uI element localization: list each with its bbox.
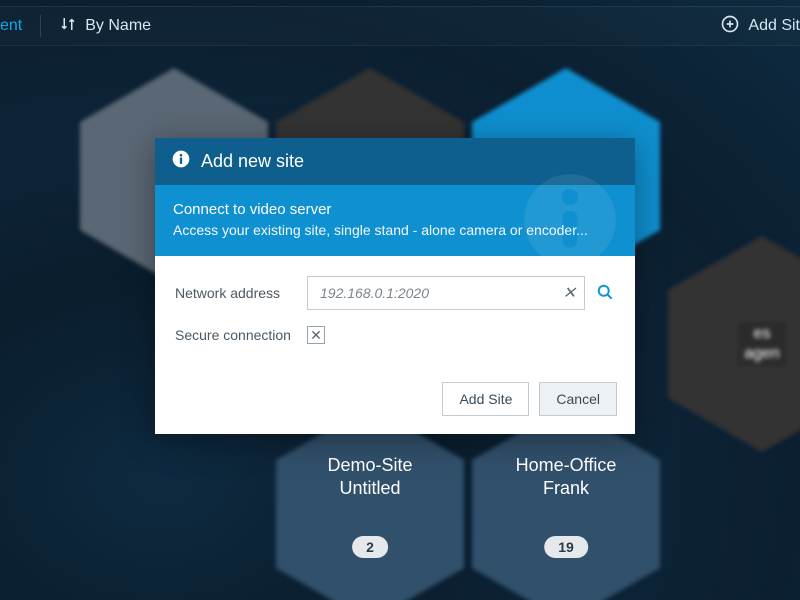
modal-subheader: Connect to video server Access your exis… (155, 185, 635, 256)
current-indicator[interactable]: ent (0, 17, 22, 35)
network-address-row: Network address 192.168.0.1:2020 ✕ (175, 276, 615, 310)
add-site-toolbar-button[interactable]: Add Sit (720, 14, 800, 39)
secure-connection-row: Secure connection ✕ (175, 326, 615, 344)
top-toolbar: ent By Name Add Sit (0, 6, 800, 46)
add-site-button[interactable]: Add Site (442, 382, 529, 416)
separator (40, 15, 41, 37)
secure-connection-label: Secure connection (175, 327, 307, 343)
site-count-badge: 19 (544, 536, 588, 558)
plus-circle-icon (720, 14, 740, 39)
toolbar-left: ent By Name (0, 15, 151, 38)
clear-input-icon[interactable]: ✕ (563, 283, 576, 303)
modal-sub-description: Access your existing site, single stand … (173, 222, 617, 238)
network-address-input[interactable]: 192.168.0.1:2020 ✕ (307, 276, 585, 310)
cancel-button[interactable]: Cancel (539, 382, 617, 416)
site-tile-label: esagen (738, 322, 786, 366)
site-tile[interactable]: esagen (668, 290, 800, 398)
modal-title: Add new site (201, 151, 304, 172)
network-address-value: 192.168.0.1:2020 (320, 285, 563, 301)
modal-actions: Add Site Cancel (155, 368, 635, 434)
sort-label: By Name (85, 17, 151, 35)
site-label: Home-OfficeFrank (472, 454, 660, 501)
secure-connection-checkbox[interactable]: ✕ (307, 326, 325, 344)
info-icon (171, 149, 191, 174)
network-address-label: Network address (175, 285, 307, 301)
site-count-badge: 2 (352, 536, 388, 558)
add-site-toolbar-label: Add Sit (748, 17, 800, 35)
search-icon[interactable] (595, 282, 615, 305)
sort-control[interactable]: By Name (59, 15, 151, 38)
add-site-modal: Add new site Connect to video server Acc… (155, 138, 635, 434)
site-label: Demo-SiteUntitled (276, 454, 464, 501)
sort-icon (59, 15, 77, 38)
